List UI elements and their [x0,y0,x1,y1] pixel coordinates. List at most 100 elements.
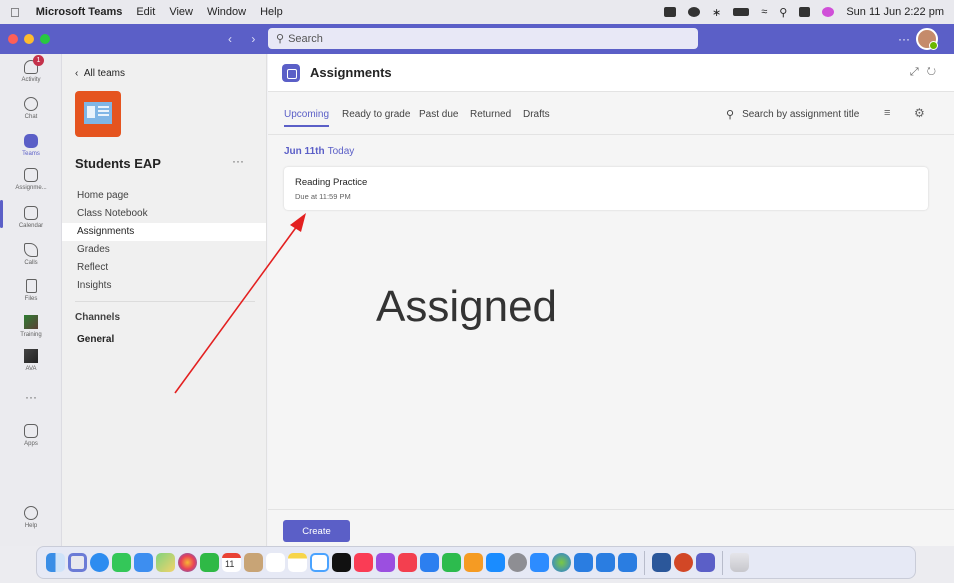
chat-icon [24,97,38,111]
presentation-icon[interactable] [618,553,637,572]
user-status-icon[interactable] [688,7,701,17]
team-nav-class-notebook[interactable]: Class Notebook [62,205,266,223]
history-nav-arrows[interactable]: ‹ › [228,32,263,46]
screen-share-2-icon[interactable] [596,553,615,572]
assignment-search-input[interactable]: ⚲ Search by assignment title [726,103,874,125]
rail-label-chat: Chat [24,114,38,120]
numbers-icon[interactable] [442,553,461,572]
rail-item-more[interactable]: ··· [0,390,62,404]
finder-2-icon[interactable] [552,553,571,572]
all-teams-back-link[interactable]: ‹ All teams [75,68,125,79]
teams-dock-icon[interactable] [696,553,715,572]
macos-menubar:  Microsoft Teams Edit View Window Help … [0,0,954,24]
pages-icon[interactable] [464,553,483,572]
create-button[interactable]: Create [283,520,350,542]
zoom-window-button[interactable] [40,34,50,44]
launchpad-icon[interactable] [68,553,87,572]
rail-item-assignments[interactable]: Assignme... [0,168,62,191]
rail-label-apps: Apps [24,441,38,447]
rail-item-files[interactable]: Files [0,279,62,302]
macos-dock: 11 [36,546,916,579]
team-avatar[interactable] [75,91,121,137]
facetime-icon[interactable] [200,553,219,572]
menu-edit[interactable]: Edit [136,6,155,18]
keynote-icon[interactable] [420,553,439,572]
notes-icon[interactable] [288,553,307,572]
team-nav-assignments[interactable]: Assignments [62,223,266,241]
tab-upcoming[interactable]: Upcoming [284,109,330,127]
rail-item-training[interactable]: Training [0,315,62,338]
profile-avatar[interactable] [916,28,938,50]
rail-item-chat[interactable]: Chat [0,97,62,120]
freeform-icon[interactable] [310,553,329,572]
siri-icon[interactable] [822,7,835,17]
app-store-icon[interactable] [486,553,505,572]
tab-returned[interactable]: Returned [470,109,511,120]
battery-icon[interactable] [733,8,750,16]
dock-separator-2 [722,550,723,575]
rail-item-calls[interactable]: Calls [0,243,62,266]
zoom-icon[interactable] [530,553,549,572]
assignment-card[interactable]: Reading Practice Due at 11:59 PM [284,167,928,210]
menu-window[interactable]: Window [207,6,246,18]
assignments-icon [24,168,38,182]
finder-icon[interactable] [46,553,65,572]
safari-icon[interactable] [90,553,109,572]
reminders-icon[interactable] [266,553,285,572]
teams-titlebar: ‹ › ⚲ Search ··· [0,24,954,54]
photos-icon[interactable] [178,553,197,572]
gear-icon[interactable]: ⚙ [914,106,925,120]
screen-share-icon[interactable] [574,553,593,572]
team-more-options-icon[interactable]: ··· [232,154,244,168]
team-nav-grades[interactable]: Grades [62,241,266,259]
menu-help[interactable]: Help [260,6,283,18]
rail-item-teams[interactable]: Teams [0,134,62,157]
tv-icon[interactable] [332,553,351,572]
rail-item-ava[interactable]: AVA [0,349,62,372]
powerpoint-icon[interactable] [674,553,693,572]
channels-heading[interactable]: Channels [75,312,120,323]
team-nav-insights[interactable]: Insights [62,277,266,295]
apps-icon [24,424,38,438]
music-icon[interactable] [354,553,373,572]
channel-general[interactable]: General [77,334,114,345]
menu-app-name[interactable]: Microsoft Teams [36,6,123,18]
refresh-icon[interactable]: ↻ [927,66,944,78]
maps-icon[interactable] [156,553,175,572]
dropbox-icon[interactable] [664,7,677,17]
mail-icon[interactable] [134,553,153,572]
control-center-icon[interactable] [799,7,811,17]
rail-item-calendar[interactable]: Calendar [0,206,62,229]
word-icon[interactable] [652,553,671,572]
menubar-datetime[interactable]: Sun 11 Jun 2:22 pm [846,6,944,18]
minimize-window-button[interactable] [24,34,34,44]
system-settings-icon[interactable] [508,553,527,572]
rail-label-activity: Activity [21,77,41,83]
messages-icon[interactable] [112,553,131,572]
rail-item-activity[interactable]: 1 Activity [0,55,62,83]
tab-past-due[interactable]: Past due [419,109,458,120]
wifi-icon[interactable]: ≈ [761,6,767,18]
contacts-icon[interactable] [244,553,263,572]
tab-drafts[interactable]: Drafts [523,109,550,120]
close-window-button[interactable] [8,34,18,44]
apple-icon[interactable]:  [10,5,20,20]
spotlight-icon[interactable]: ⚲ [779,6,787,19]
bluetooth-icon[interactable]: ∗ [712,6,721,19]
news-icon[interactable] [398,553,417,572]
filter-icon[interactable]: ≡ [884,107,890,119]
rail-item-apps[interactable]: Apps [0,424,62,447]
team-name: Students EAP [75,156,161,171]
tab-ready-to-grade[interactable]: Ready to grade [342,109,410,120]
rail-item-help[interactable]: Help [0,506,62,529]
team-nav-home-page[interactable]: Home page [62,187,266,205]
global-search-input[interactable]: ⚲ Search [268,28,698,49]
calendar-icon[interactable]: 11 [222,553,241,572]
notebook-icon [84,102,112,124]
podcasts-icon[interactable] [376,553,395,572]
more-options-icon[interactable]: ··· [898,32,910,46]
expand-icon[interactable]: ⤢ [910,66,927,78]
menu-view[interactable]: View [169,6,193,18]
team-nav-reflect[interactable]: Reflect [62,259,266,277]
trash-icon[interactable] [730,553,749,572]
